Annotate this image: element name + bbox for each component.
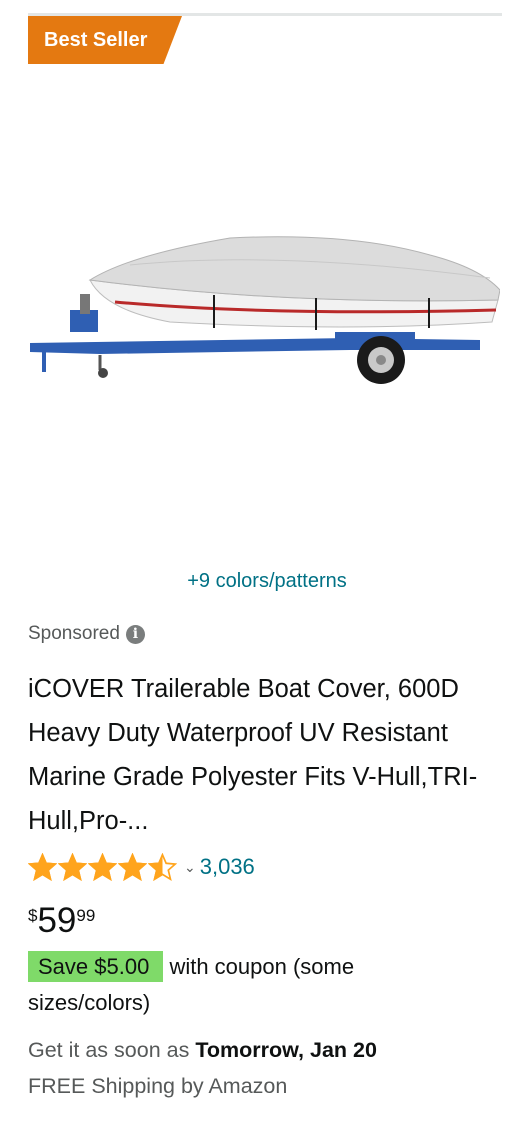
product-title[interactable]: iCOVER Trailerable Boat Cover, 600D Heav…: [28, 667, 498, 843]
star-rating[interactable]: [28, 852, 177, 882]
sponsored-text: Sponsored: [28, 623, 120, 644]
price-whole: 59: [37, 901, 77, 940]
colors-patterns-link[interactable]: +9 colors/patterns: [0, 570, 516, 593]
star-half-icon: [148, 852, 177, 881]
coupon-line: Save $5.00 with coupon (some sizes/color…: [28, 949, 468, 1021]
delivery-date: Tomorrow, Jan 20: [195, 1038, 377, 1062]
best-seller-badge: Best Seller: [28, 16, 182, 64]
delivery-prefix: Get it as soon as: [28, 1038, 190, 1062]
sponsored-label[interactable]: Sponsored i: [28, 623, 145, 645]
top-divider: [28, 13, 502, 16]
price[interactable]: $5999: [28, 903, 95, 938]
info-icon[interactable]: i: [125, 624, 145, 644]
rating-row[interactable]: ⌄ 3,036: [28, 850, 255, 884]
coupon-badge[interactable]: Save $5.00: [28, 951, 164, 982]
price-fraction: 99: [76, 906, 96, 925]
star-full-icon: [118, 852, 147, 881]
star-full-icon: [58, 852, 87, 881]
star-full-icon: [88, 852, 117, 881]
chevron-down-icon[interactable]: ⌄: [184, 859, 196, 876]
product-image[interactable]: [20, 210, 500, 400]
shipping-info: FREE Shipping by Amazon: [28, 1074, 288, 1098]
price-symbol: $: [28, 906, 38, 925]
delivery-info: Get it as soon as Tomorrow, Jan 20: [28, 1038, 377, 1063]
star-full-icon: [28, 852, 57, 881]
review-count-link[interactable]: 3,036: [200, 854, 255, 880]
